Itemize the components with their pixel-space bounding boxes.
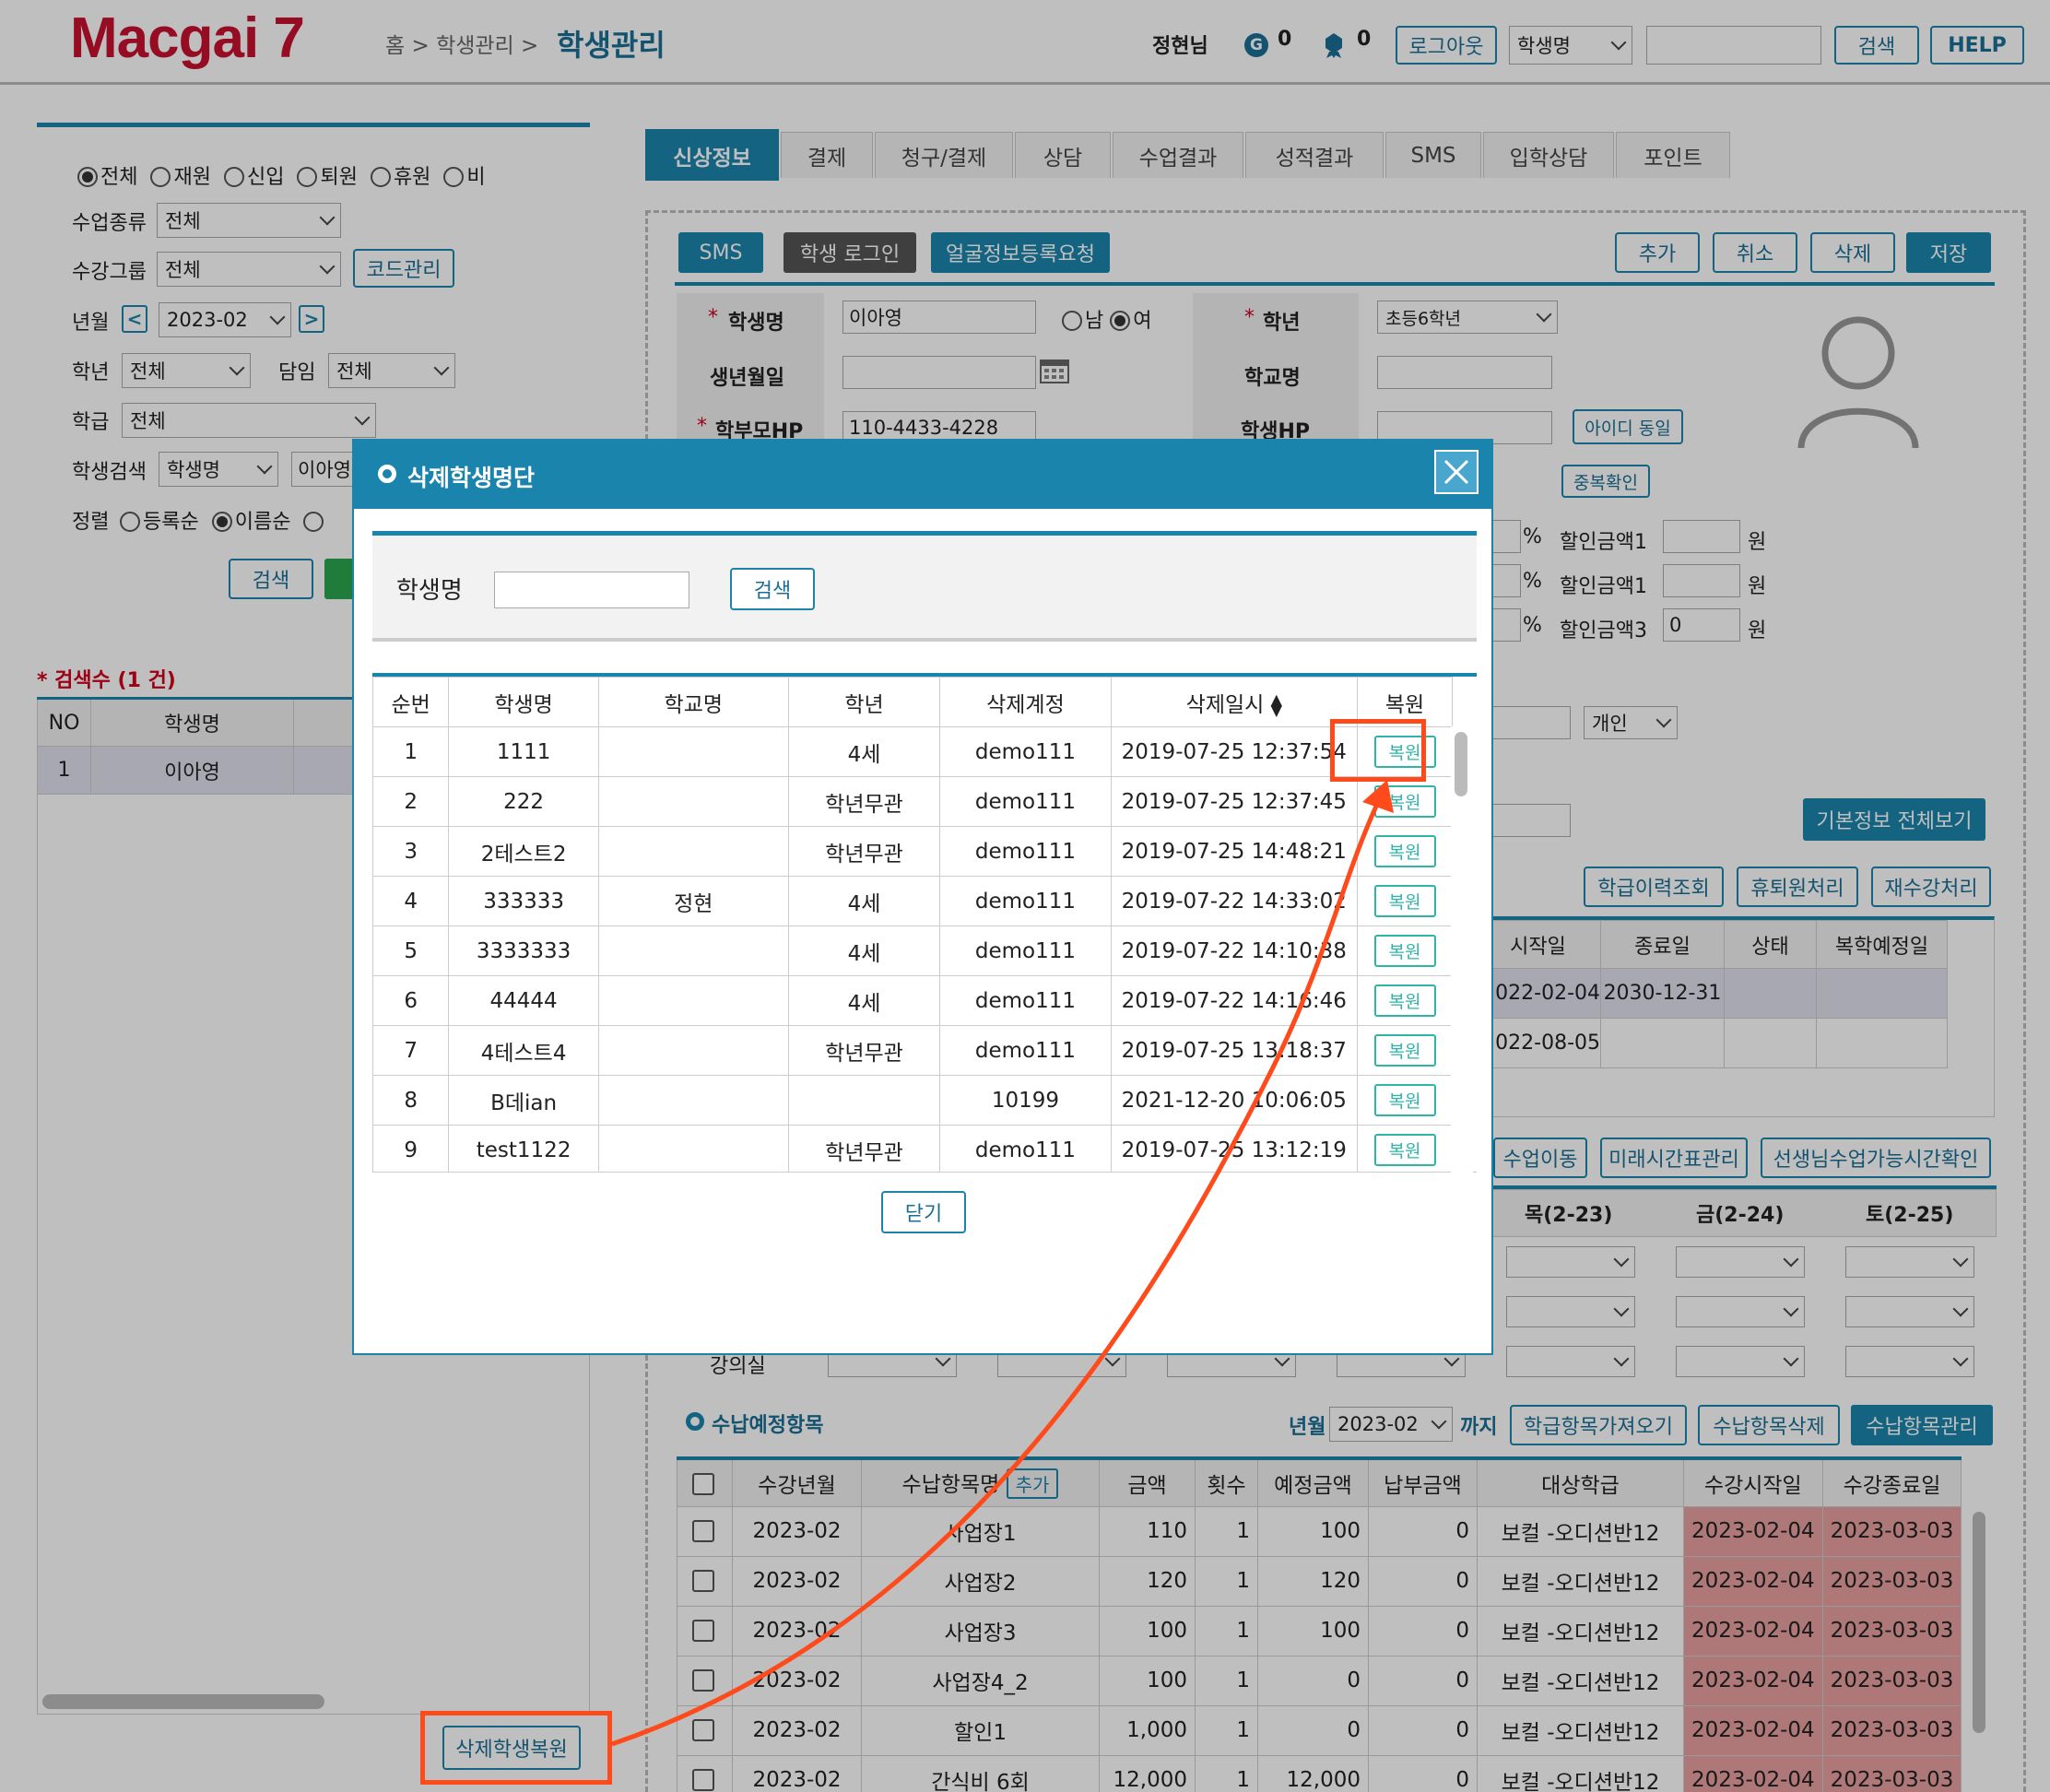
annotation-arrow <box>611 780 1394 1747</box>
